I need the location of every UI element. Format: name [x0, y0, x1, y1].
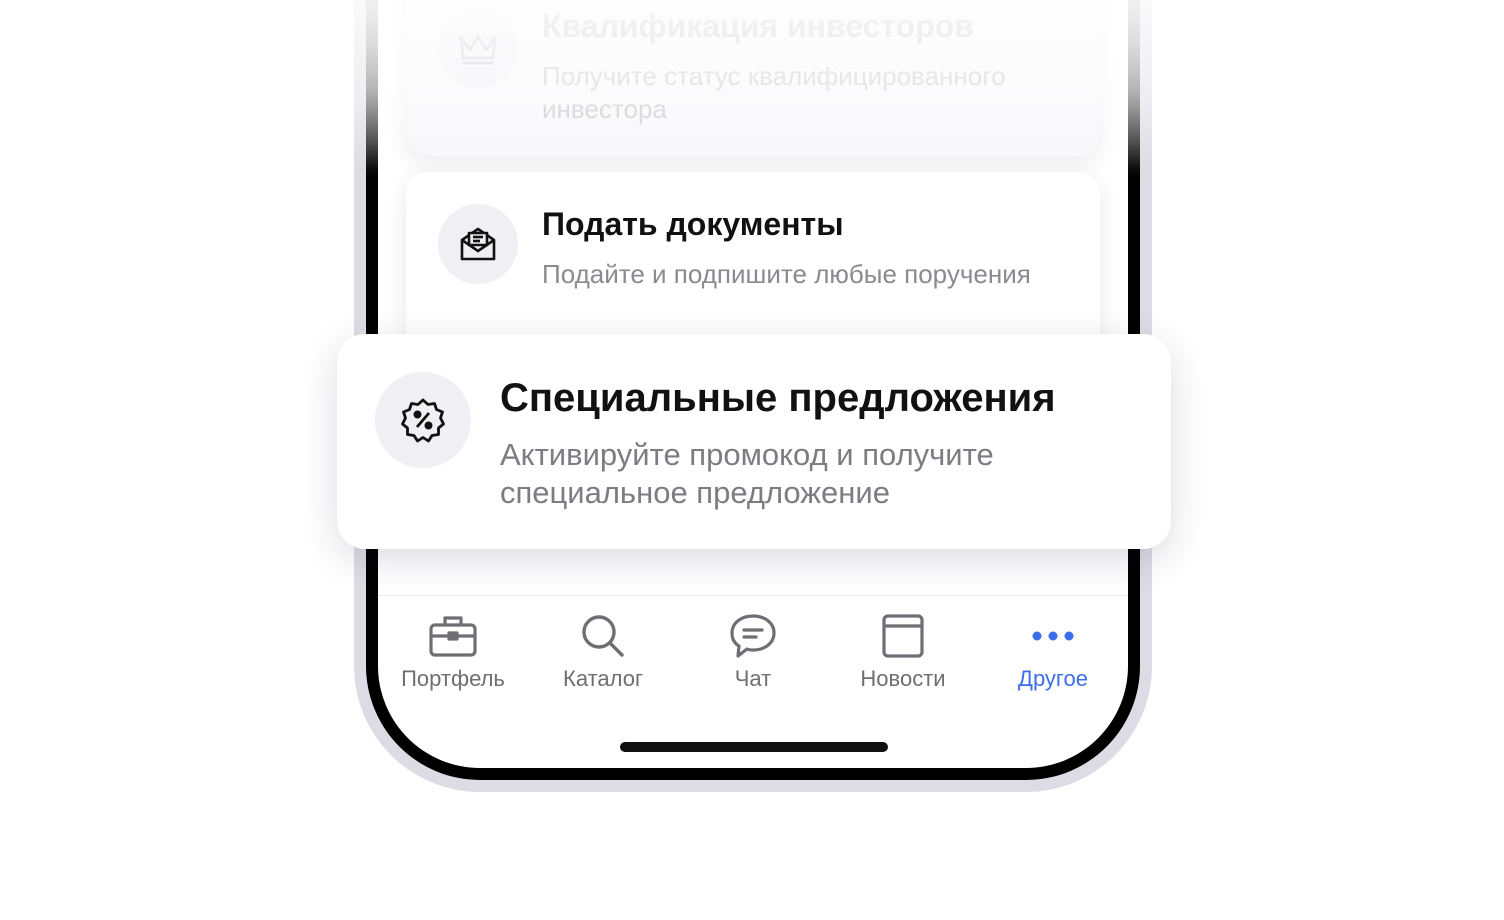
- search-icon: [533, 608, 673, 664]
- envelope-icon: [438, 204, 518, 284]
- menu-card-investor-qualification[interactable]: Квалификация инвесторов Получите статус …: [406, 0, 1100, 156]
- card-title: Специальные предложения: [500, 376, 1056, 420]
- tab-label: Портфель: [401, 666, 505, 691]
- tab-portfolio[interactable]: Портфель: [383, 608, 523, 692]
- card-subtitle: Активируйте промокод и получите специаль…: [500, 437, 994, 511]
- tabbar-divider: [378, 595, 1128, 596]
- home-indicator[interactable]: [620, 742, 888, 752]
- briefcase-icon: [383, 608, 523, 664]
- chat-icon: [683, 608, 823, 664]
- tab-chat[interactable]: Чат: [683, 608, 823, 692]
- card-title: Квалификация инвесторов: [542, 8, 974, 44]
- tab-catalog[interactable]: Каталог: [533, 608, 673, 692]
- tab-label: Другое: [1018, 666, 1088, 691]
- crown-icon: [438, 8, 518, 88]
- discount-badge-icon: [375, 372, 471, 468]
- card-subtitle: Получите статус квалифицированного инвес…: [542, 61, 1006, 124]
- card-title: Подать документы: [542, 206, 844, 242]
- news-icon: [833, 608, 973, 664]
- card-subtitle: Подайте и подпишите любые поручения: [542, 259, 1031, 289]
- tab-label: Новости: [860, 666, 946, 691]
- tab-news[interactable]: Новости: [833, 608, 973, 692]
- more-icon: [983, 608, 1123, 664]
- menu-card-special-offers[interactable]: Специальные предложения Активируйте пром…: [337, 334, 1171, 549]
- tab-other[interactable]: Другое: [983, 608, 1123, 692]
- tab-label: Каталог: [563, 666, 643, 691]
- tab-label: Чат: [734, 666, 772, 691]
